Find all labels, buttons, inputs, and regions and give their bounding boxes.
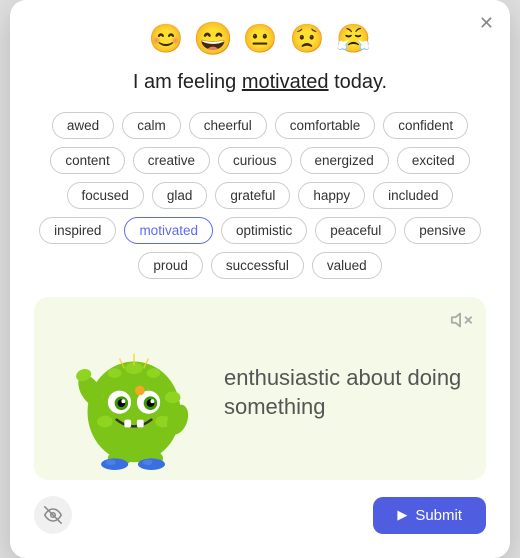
tag-creative[interactable]: creative [133,147,210,174]
tag-calm[interactable]: calm [122,112,181,139]
play-icon: ▶ [397,507,407,523]
tag-grateful[interactable]: grateful [215,182,290,209]
illustration-description: enthusiastic about doing something [214,364,462,421]
tag-motivated[interactable]: motivated [124,217,213,244]
tag-confident[interactable]: confident [383,112,468,139]
heading-prefix: I am feeling [133,71,242,93]
tag-successful[interactable]: successful [211,252,304,279]
eye-button[interactable] [34,496,72,534]
tag-cheerful[interactable]: cheerful [189,112,267,139]
illustration-area: enthusiastic about doing something [34,297,486,480]
tag-included[interactable]: included [373,182,453,209]
tag-excited[interactable]: excited [397,147,470,174]
emoji-motivated[interactable]: 😄 [191,17,236,60]
close-button[interactable]: ✕ [479,14,494,32]
emoji-angry[interactable]: 😤 [334,20,373,57]
heading-suffix: today. [329,71,388,93]
feeling-modal: ✕ 😊😄😐😟😤 I am feeling motivated today. aw… [10,0,510,558]
submit-button[interactable]: ▶ Submit [373,497,486,534]
tag-proud[interactable]: proud [138,252,203,279]
emoji-happy[interactable]: 😊 [147,20,186,57]
tag-awed[interactable]: awed [52,112,114,139]
tag-peaceful[interactable]: peaceful [315,217,396,244]
submit-label: Submit [415,507,462,524]
tag-glad[interactable]: glad [152,182,208,209]
emoji-neutral[interactable]: 😐 [241,20,280,57]
monster-illustration [54,315,214,470]
tag-comfortable[interactable]: comfortable [275,112,376,139]
tag-optimistic[interactable]: optimistic [221,217,307,244]
heading: I am feeling motivated today. [34,71,486,94]
tag-energized[interactable]: energized [300,147,389,174]
footer: ▶ Submit [34,496,486,534]
tag-inspired[interactable]: inspired [39,217,116,244]
tag-focused[interactable]: focused [67,182,144,209]
tag-valued[interactable]: valued [312,252,382,279]
emoji-row: 😊😄😐😟😤 [34,20,486,57]
heading-highlight: motivated [242,71,329,93]
tag-pensive[interactable]: pensive [404,217,481,244]
tags-container: awed calm cheerful comfortable confident cont… [34,112,486,279]
tag-happy[interactable]: happy [298,182,365,209]
tag-content[interactable]: content [50,147,124,174]
mute-icon[interactable] [450,309,472,336]
tag-curious[interactable]: curious [218,147,292,174]
emoji-worried[interactable]: 😟 [287,20,326,57]
